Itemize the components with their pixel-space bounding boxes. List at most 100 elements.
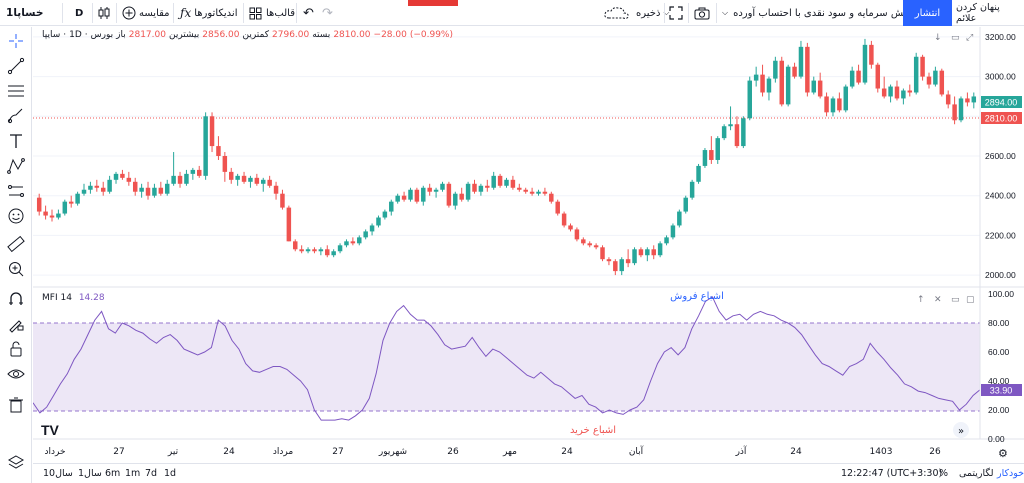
mfi-legend[interactable]: MFI 14 14.28 <box>42 293 105 303</box>
remove-drawings-tool[interactable] <box>6 395 26 415</box>
settings-gear-icon[interactable]: ⚙ <box>998 447 1008 460</box>
separator <box>92 3 93 23</box>
legend-symbol[interactable]: سایپا <box>42 30 60 40</box>
indicators-button[interactable]: ƒx اندیکاتورها <box>180 0 237 26</box>
candle-body <box>945 94 951 105</box>
grid <box>33 36 980 276</box>
pattern-tool[interactable] <box>6 156 26 176</box>
candle-body <box>113 173 119 180</box>
hide-alerts-button[interactable]: پنهان کردن علائم <box>956 0 1022 26</box>
candle-body <box>542 191 548 194</box>
range-1m[interactable]: 1m <box>125 468 140 479</box>
plus-circle-icon <box>122 6 136 20</box>
hide-drawings-tool[interactable] <box>6 364 26 384</box>
range-6m[interactable]: 6m <box>105 468 120 479</box>
candle-body <box>958 98 964 121</box>
maximize-icon[interactable]: ▢ <box>966 295 975 305</box>
collapse-icon[interactable]: ▭ <box>951 33 960 43</box>
candle-body <box>132 181 138 192</box>
emoji-tool[interactable] <box>6 206 26 226</box>
trend-line-tool[interactable] <box>6 56 26 76</box>
prediction-tool[interactable] <box>6 181 26 201</box>
price-axis[interactable]: 3200.003000.002800.002600.002400.002200.… <box>985 32 1016 280</box>
candle-body <box>363 231 368 238</box>
brush-tool[interactable] <box>6 106 26 126</box>
compare-button[interactable]: مقایسه <box>122 0 170 26</box>
time-tick-label: 26 <box>447 447 459 457</box>
candle-body <box>555 201 560 214</box>
chart-area[interactable]: 3200.003000.002800.002600.002400.002200.… <box>33 27 1024 463</box>
legend-open: 2817.00 <box>128 30 166 40</box>
corporate-actions-dropdown[interactable]: ⌵ افزایش سرمایه و سود نقدی با احتساب آور… <box>722 0 922 26</box>
redo-button[interactable]: ↷ <box>322 0 333 26</box>
interval-button[interactable]: D <box>75 0 83 26</box>
magnet-tool[interactable] <box>6 289 26 309</box>
legend-high-label: بیشترین <box>168 30 200 40</box>
candle-body <box>517 187 522 190</box>
double-chevron-right-icon: » <box>958 426 964 437</box>
candle-body <box>312 249 317 252</box>
undo-button[interactable]: ↶ <box>303 0 314 26</box>
time-axis[interactable]: خرداد 27 تیر 24 مرداد 27 شهریور 26 مهر 24 آبان آذر 2… <box>44 445 941 457</box>
range-1d[interactable]: 1d <box>164 468 176 479</box>
candle-body <box>830 98 836 113</box>
ohlc-legend: سایپا · 1D · بورس باز 2817.00 بیشترین 28… <box>42 30 453 40</box>
ruler-lines-icon <box>8 185 24 197</box>
legend-interval: 1D <box>69 30 82 40</box>
log-toggle[interactable]: لگاریتمی <box>959 468 994 479</box>
price-tick-label: 2200.00 <box>985 230 1016 240</box>
candle-body <box>145 187 151 196</box>
mfi-axis[interactable]: 100.0080.0060.0040.0020.000.00 <box>988 289 1014 444</box>
symbol-search[interactable]: خساپا1 <box>6 0 43 26</box>
candle-body <box>587 243 592 246</box>
candle-body <box>171 175 176 184</box>
candle-body <box>965 98 970 103</box>
compare-label: مقایسه <box>139 7 170 19</box>
chart-type-button[interactable] <box>98 0 110 26</box>
candle-body <box>568 225 573 230</box>
candle-body <box>785 66 791 105</box>
range-1y[interactable]: 1سال <box>78 468 102 479</box>
screenshot-button[interactable] <box>694 0 710 26</box>
channel-tool[interactable] <box>6 81 26 101</box>
auto-toggle[interactable]: خودکار <box>997 468 1024 479</box>
smiley-icon <box>8 208 24 224</box>
range-7d[interactable]: 7d <box>145 468 157 479</box>
layers-icon <box>7 455 25 469</box>
candle-body <box>88 185 93 190</box>
lock-all-tool[interactable] <box>6 339 26 359</box>
magnet-icon <box>9 292 23 305</box>
candle-body <box>606 259 612 262</box>
price-tick-label: 3000.00 <box>985 72 1016 82</box>
zoom-tool[interactable] <box>6 259 26 279</box>
arrow-down-icon[interactable]: ↓ <box>934 33 942 43</box>
eye-icon <box>7 369 25 379</box>
candle-body <box>593 245 599 248</box>
candle-body <box>299 249 304 252</box>
candle-body <box>414 189 420 202</box>
close-price-value: 2810.00 <box>985 114 1018 124</box>
candle-body <box>677 211 682 226</box>
range-10y[interactable]: 10سال <box>43 468 73 479</box>
crosshair-tool[interactable] <box>6 31 26 51</box>
publish-button[interactable]: انتشار <box>903 0 952 26</box>
text-tool[interactable] <box>6 131 26 151</box>
maximize-icon[interactable]: ⤢ <box>965 33 973 43</box>
clock[interactable]: 12:22:47 (UTC+3:30) <box>841 468 942 479</box>
fullscreen-button[interactable] <box>669 0 683 26</box>
percent-toggle[interactable]: % <box>939 468 948 479</box>
close-icon[interactable]: ✕ <box>934 295 942 305</box>
lock-drawing-tool[interactable] <box>6 314 26 334</box>
save-button[interactable]: ذخیره ⌵ <box>603 0 670 26</box>
candle-body <box>427 187 432 192</box>
notification-tag <box>408 0 458 6</box>
candle-body <box>843 86 849 111</box>
arrow-up-icon[interactable]: ↑ <box>917 295 925 305</box>
measure-tool[interactable] <box>6 234 26 254</box>
collapse-icon[interactable]: ▭ <box>951 295 960 305</box>
templates-button[interactable]: قالب‌ها <box>249 0 295 26</box>
object-tree-tool[interactable] <box>6 453 26 473</box>
candle-body <box>696 165 701 182</box>
candle-body <box>728 124 733 127</box>
candle-body <box>81 189 87 194</box>
